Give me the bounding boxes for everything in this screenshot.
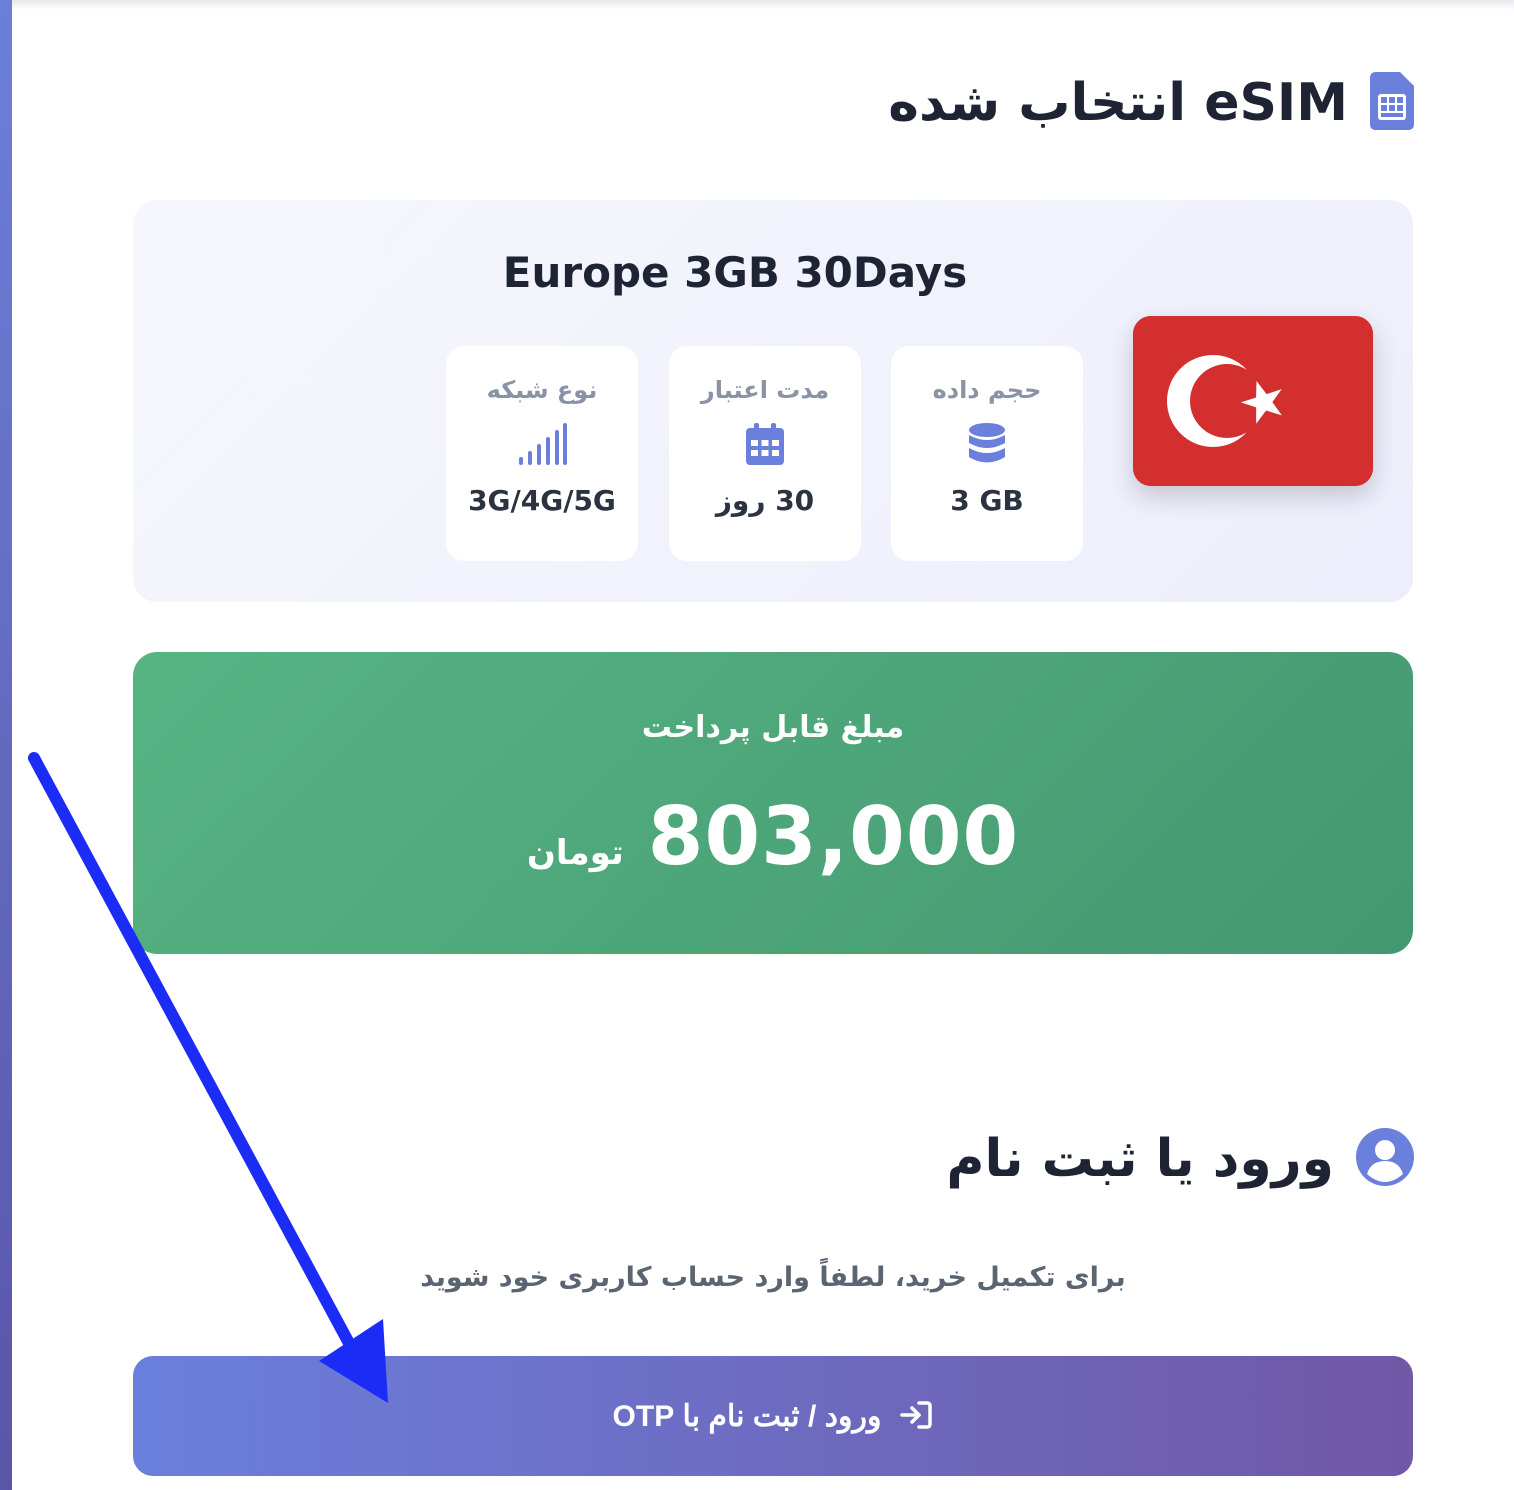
sim-card-icon (1370, 72, 1414, 134)
price-currency: تومان (526, 833, 624, 873)
price-card: مبلغ قابل پرداخت 803,000 تومان (133, 652, 1413, 954)
calendar-icon (746, 422, 784, 466)
data-volume-box: حجم داده 3 GB (891, 346, 1083, 561)
user-circle-icon (1356, 1128, 1414, 1190)
login-description: برای تکمیل خرید، لطفاً وارد حساب کاربری … (420, 1262, 1126, 1293)
login-heading: ورود یا ثبت نام (946, 1128, 1414, 1190)
turkey-flag (1133, 316, 1373, 486)
otp-login-button[interactable]: ورود / ثبت نام با OTP (133, 1356, 1413, 1476)
signal-bars-icon (517, 422, 567, 466)
network-type-value: 3G/4G/5G (468, 484, 616, 517)
price-label: مبلغ قابل پرداخت (641, 710, 905, 745)
otp-button-label: ورود / ثبت نام با OTP (612, 1399, 882, 1433)
price-row: 803,000 تومان (133, 790, 1413, 883)
price-amount: 803,000 (647, 790, 1020, 883)
network-type-label: نوع شبکه (486, 376, 598, 404)
sign-in-icon (899, 1400, 933, 1433)
product-name: Europe 3GB 30Days (502, 248, 968, 297)
network-type-box: نوع شبکه 3G/4G/5G (446, 346, 638, 561)
section-title: eSIM انتخاب شده (888, 73, 1348, 133)
data-volume-label: حجم داده (932, 376, 1042, 404)
validity-value: 30 روز (715, 484, 815, 517)
validity-label: مدت اعتبار (700, 376, 830, 404)
database-icon (968, 422, 1006, 466)
validity-box: مدت اعتبار 30 روز (669, 346, 861, 561)
top-divider (12, 0, 1514, 10)
login-title: ورود یا ثبت نام (946, 1129, 1334, 1189)
data-volume-value: 3 GB (950, 484, 1024, 517)
selected-esim-heading: eSIM انتخاب شده (888, 72, 1414, 134)
